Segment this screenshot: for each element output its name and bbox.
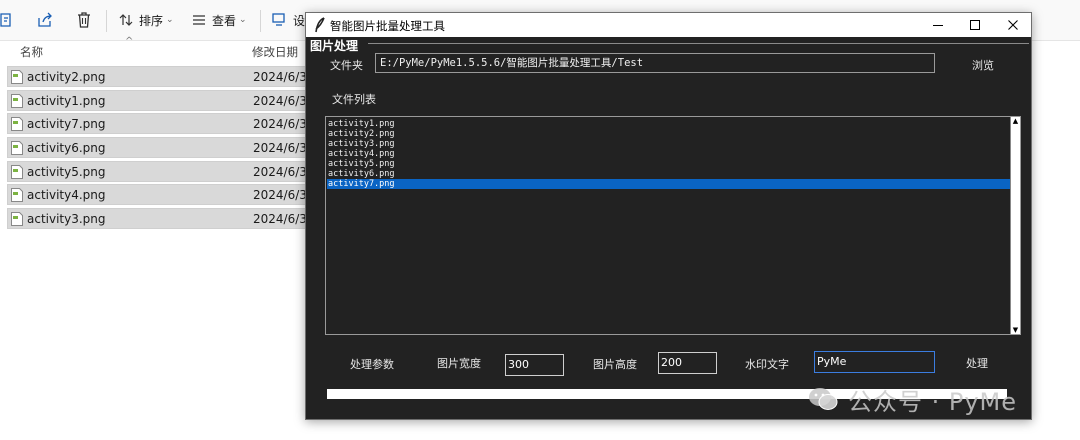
- file-name: activity3.png: [27, 212, 106, 226]
- toolbar-divider: [260, 10, 261, 32]
- image-file-icon: [11, 117, 23, 131]
- title-bar[interactable]: 智能图片批量处理工具: [306, 13, 1031, 37]
- list-item[interactable]: activity6.png: [327, 169, 1012, 179]
- delete-icon[interactable]: [77, 10, 91, 30]
- sort-label: 排序: [139, 13, 164, 28]
- image-file-icon: [11, 141, 23, 155]
- window-title: 智能图片批量处理工具: [330, 19, 445, 33]
- image-file-icon: [11, 188, 23, 202]
- list-item[interactable]: activity4.png: [327, 149, 1012, 159]
- view-list-icon: [193, 15, 205, 25]
- file-row[interactable]: activity4.png 2024/6/3 1: [7, 184, 318, 205]
- listbox-scrollbar[interactable]: ▲ ▼: [1010, 117, 1020, 334]
- file-row[interactable]: activity5.png 2024/6/3 1: [7, 161, 318, 182]
- column-header-name[interactable]: 名称: [20, 44, 43, 60]
- frame-label: 图片处理: [310, 39, 359, 53]
- list-item[interactable]: activity5.png: [327, 159, 1012, 169]
- watermark-label: 水印文字: [745, 358, 789, 371]
- folder-path-input[interactable]: E:/PyMe/PyMe1.5.5.6/智能图片批量处理工具/Test: [375, 53, 935, 73]
- file-list-label: 文件列表: [332, 93, 376, 106]
- file-row[interactable]: activity7.png 2024/6/3 1: [7, 113, 318, 134]
- image-file-icon: [11, 212, 23, 226]
- column-header-modified[interactable]: 修改日期: [252, 44, 298, 60]
- watermark-overlay: 公众号 · PyMe: [808, 382, 1017, 416]
- file-name: activity2.png: [27, 70, 106, 84]
- browse-button[interactable]: 浏览: [972, 57, 994, 73]
- file-name: activity6.png: [27, 141, 106, 155]
- file-row[interactable]: activity6.png 2024/6/3 1: [7, 137, 318, 158]
- chevron-down-icon: ⌄: [166, 15, 174, 25]
- sort-icon: [119, 14, 133, 26]
- watermark-text-input[interactable]: PyMe: [814, 351, 935, 373]
- toolbar-divider: [106, 10, 107, 32]
- wechat-icon: [809, 388, 838, 410]
- file-row[interactable]: activity2.png 2024/6/3 1: [7, 66, 318, 87]
- rename-icon[interactable]: [0, 10, 14, 30]
- width-input[interactable]: 300: [505, 354, 564, 376]
- list-item[interactable]: activity1.png: [327, 119, 1012, 129]
- file-listbox[interactable]: activity1.png activity2.png activity3.pn…: [325, 116, 1021, 335]
- file-name: activity7.png: [27, 117, 106, 131]
- width-label: 图片宽度: [437, 357, 481, 370]
- view-label: 查看: [212, 13, 237, 28]
- folder-label: 文件夹: [330, 59, 363, 72]
- scroll-up-icon[interactable]: ▲: [1012, 117, 1019, 125]
- process-button[interactable]: 处理: [966, 355, 988, 371]
- file-row[interactable]: activity1.png 2024/6/3 1: [7, 90, 318, 111]
- sort-button[interactable]: 排序 ⌄: [119, 10, 174, 30]
- file-row[interactable]: activity3.png 2024/6/3 1: [7, 208, 318, 229]
- share-icon[interactable]: [37, 10, 53, 30]
- list-item[interactable]: activity2.png: [327, 129, 1012, 139]
- close-icon[interactable]: [1005, 17, 1021, 33]
- file-name: activity4.png: [27, 188, 106, 202]
- height-input[interactable]: 200: [658, 352, 717, 374]
- height-label: 图片高度: [593, 358, 637, 371]
- minimize-icon[interactable]: [930, 17, 946, 33]
- scroll-down-icon[interactable]: ▼: [1012, 326, 1019, 334]
- image-file-icon: [11, 70, 23, 84]
- frame-divider: [368, 43, 1029, 44]
- file-name: activity1.png: [27, 94, 106, 108]
- view-button[interactable]: 查看 ⌄: [192, 10, 247, 30]
- image-file-icon: [11, 165, 23, 179]
- list-item[interactable]: activity3.png: [327, 139, 1012, 149]
- params-label: 处理参数: [350, 358, 394, 371]
- sort-ascending-icon: ^: [125, 36, 134, 47]
- watermark-text: 公众号 · PyMe: [848, 387, 1018, 416]
- maximize-icon[interactable]: [967, 17, 983, 33]
- list-item[interactable]: activity7.png: [327, 179, 1012, 189]
- settings-icon: [272, 13, 285, 26]
- image-file-icon: [11, 94, 23, 108]
- file-name: activity5.png: [27, 165, 106, 179]
- chevron-down-icon: ⌄: [239, 15, 247, 25]
- app-window: 智能图片批量处理工具 图片处理 文件夹 E:/PyMe/PyMe1.5.5.6/…: [305, 12, 1032, 420]
- feather-icon: [315, 17, 325, 33]
